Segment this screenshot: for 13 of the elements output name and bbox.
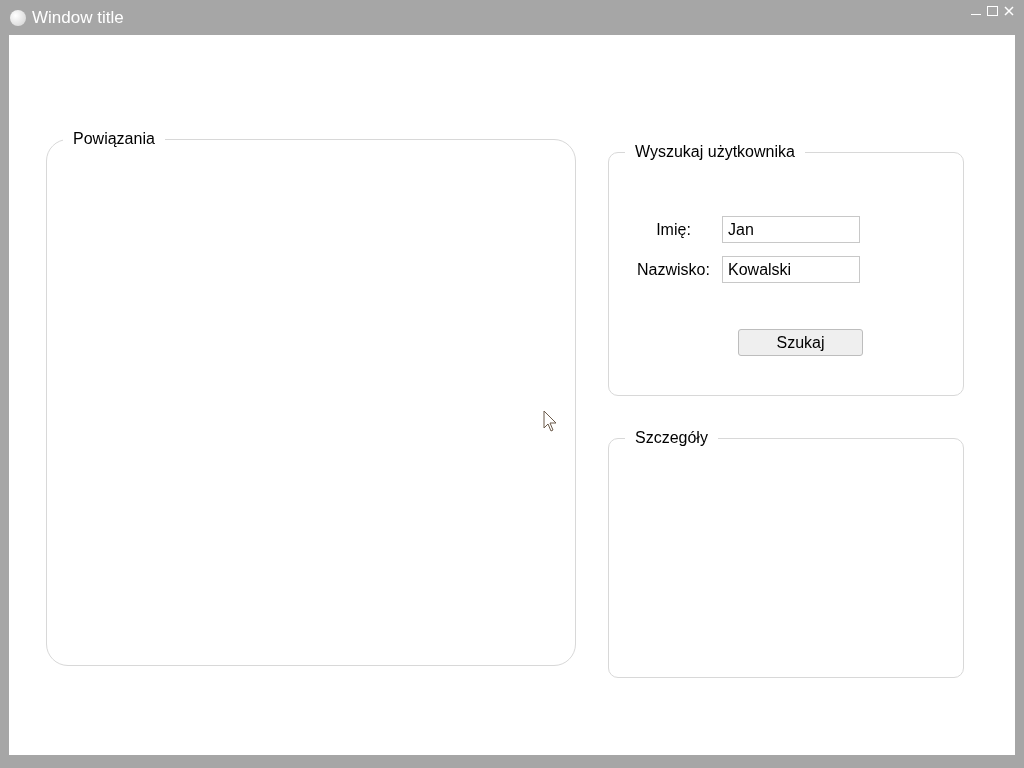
mouse-pointer-icon [543, 410, 557, 432]
text-field[interactable]: Jan [722, 216, 860, 243]
window-title: Window title [32, 6, 124, 29]
text-field[interactable]: Kowalski [722, 256, 860, 283]
field-label: Imię: [655, 219, 692, 240]
group-title: Powiązania [72, 129, 156, 149]
maximize-button[interactable] [987, 5, 998, 16]
close-button[interactable] [1004, 5, 1014, 16]
group-title: Szczegóły [634, 428, 709, 448]
group-title: Wyszukaj użytkownika [634, 142, 796, 162]
search-button[interactable]: Szukaj [738, 329, 863, 356]
app-icon [10, 9, 26, 26]
field-label: Nazwisko: [636, 259, 711, 280]
